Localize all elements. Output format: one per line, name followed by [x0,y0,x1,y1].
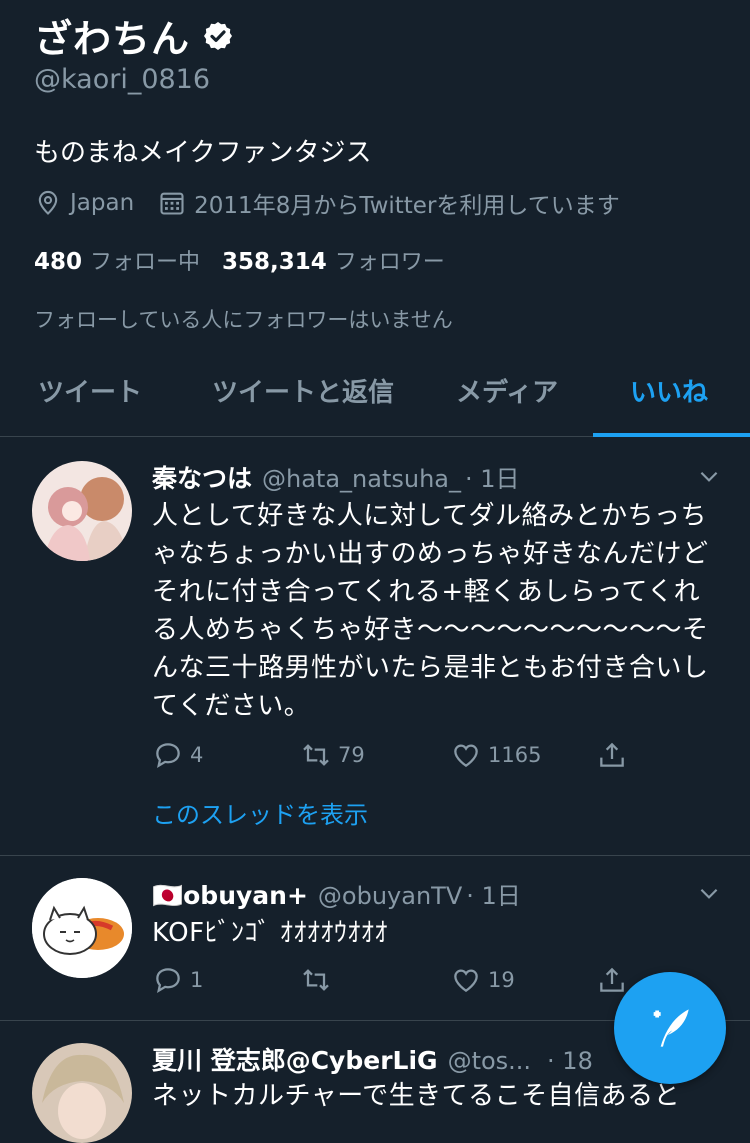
like-button[interactable]: 19 [450,964,515,996]
display-name: ざわちん [34,17,191,61]
chevron-down-icon[interactable] [696,880,722,906]
followers-link[interactable]: 358,314 フォロワー [222,244,445,276]
compose-feather-icon [653,1009,689,1047]
retweet-button[interactable] [300,964,338,996]
tweet-author-handle: @obuyanTV [317,882,463,910]
share-icon [600,742,624,767]
following-count: 480 [34,249,83,275]
tweet-author-name[interactable]: 夏川 登志郎@CyberLiG [152,1041,438,1077]
following-label: フォロー中 [90,250,201,275]
profile-bio: ものまねメイクファンタジス [34,138,372,168]
like-count: 1165 [488,743,542,767]
share-icon [600,967,624,992]
followers-you-know: フォローしている人にフォロワーはいません [34,308,453,332]
reply-button[interactable]: 4 [152,739,203,771]
compose-tweet-button[interactable] [614,972,726,1084]
profile-meta: Japan 2011年8月からTwitterを利用しています [34,186,620,220]
follow-stats: 480 フォロー中 358,314 フォロワー [34,244,445,276]
tab-tweets-and-replies[interactable]: ツイートと返信 [212,372,394,409]
followers-label: フォロワー [334,250,445,275]
reply-count: 1 [190,968,204,992]
tweet-time: · 1日 [466,882,521,910]
tweet-author-handle: @hata_natsuha_ [262,465,462,493]
heart-icon [454,744,478,768]
heart-icon [454,969,478,993]
tweet-author-name[interactable]: 🇯🇵obuyan+ [152,881,308,911]
tweet-header: 夏川 登志郎@CyberLiG @tos... · 18 [152,1041,660,1077]
tweet-text: ネットカルチャーで生きてるこそ自信あると [152,1081,681,1111]
avatar-illustration [32,878,132,978]
profile-handle: @kaori_0816 [34,64,211,95]
retweet-count: 79 [338,743,365,767]
tweet-header: 🇯🇵obuyan+ @obuyanTV · 1日 [152,876,720,911]
profile-joined-date: 2011年8月からTwitterを利用しています [194,193,620,219]
following-link[interactable]: 480 フォロー中 [34,244,200,276]
profile-tabs: ツイート ツイートと返信 メディア いいね [0,352,750,437]
verified-badge-icon [204,21,233,50]
name-row: ざわちん [34,8,234,63]
reply-button[interactable]: 1 [152,964,203,996]
tweet-text: KOFﾋﾞﾝｺﾞ ｵｵｵｵｳｵｵｵ [152,918,388,948]
avatar[interactable] [32,878,132,978]
reply-icon [156,743,180,768]
tweet-actions: 1 19 [152,964,642,1004]
avatar-illustration [32,461,132,561]
tweet-actions: 4 79 1165 [152,739,642,779]
followers-count: 358,314 [222,249,327,275]
avatar[interactable] [32,461,132,561]
like-button[interactable]: 1165 [450,739,541,771]
show-thread-link[interactable]: このスレッドを表示 [152,795,368,830]
tweet-header: 秦なつは @hata_natsuha_ · 1日 [152,459,720,495]
tab-tweets[interactable]: ツイート [38,372,142,409]
reply-icon [156,968,180,993]
tweet-time: · 18 [547,1047,593,1075]
tweet-text: 人として好きな人に対してダル絡みとかちっちゃなちょっかい出すのめっちゃ好きなんだ… [152,501,709,721]
tweet-author-name[interactable]: 秦なつは [152,459,252,495]
share-button[interactable] [596,739,634,771]
location-pin-icon [38,190,58,215]
avatar-illustration [32,1043,132,1143]
tweet-author-handle: @tos... [447,1047,532,1075]
profile-location: Japan [70,190,135,216]
tweet-time: · 1日 [465,465,520,493]
tab-media[interactable]: メディア [456,372,558,409]
retweet-icon [303,744,329,766]
chevron-down-icon[interactable] [696,463,722,489]
retweet-button[interactable]: 79 [300,739,365,771]
reply-count: 4 [190,743,204,767]
tab-likes[interactable]: いいね [630,372,708,409]
like-count: 19 [488,968,515,992]
tweet-item[interactable]: 秦なつは @hata_natsuha_ · 1日 人として好きな人に対してダル絡… [0,437,750,856]
retweet-icon [303,969,329,991]
avatar[interactable] [32,1043,132,1143]
calendar-icon [160,192,184,215]
